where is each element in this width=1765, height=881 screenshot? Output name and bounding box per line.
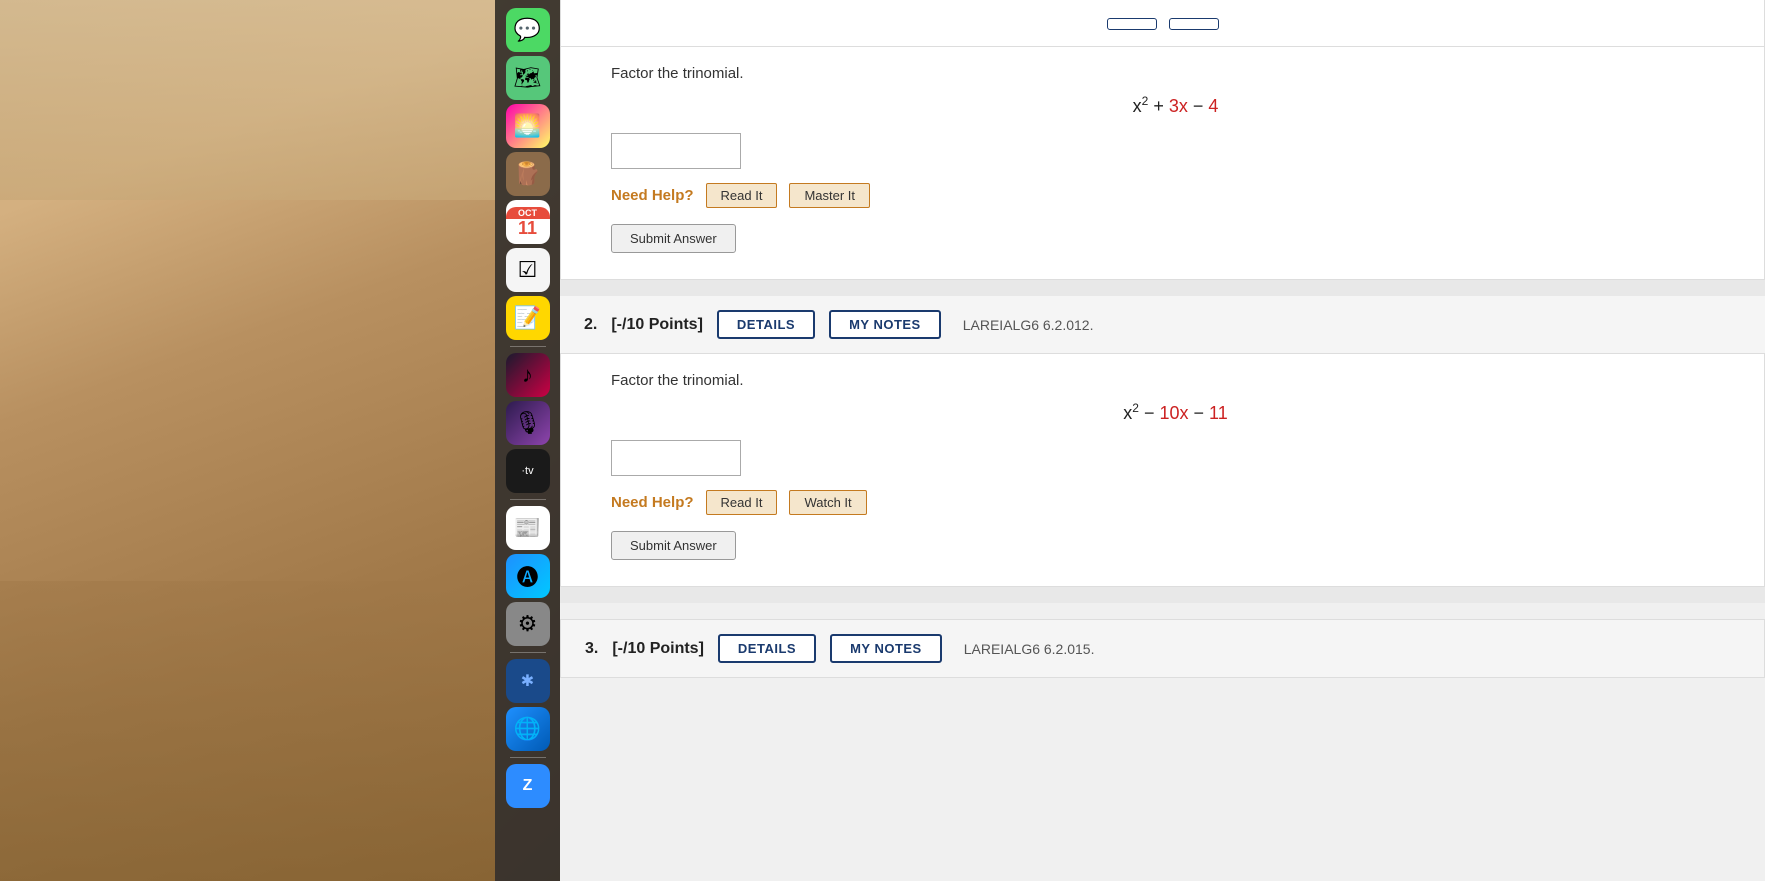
news-icon[interactable]: 📰 (506, 506, 550, 550)
p2-details-button[interactable]: DETAILS (717, 310, 815, 339)
messages-icon[interactable]: 💬 (506, 8, 550, 52)
section-gap-2 (560, 587, 1765, 603)
safari-icon[interactable]: 🌐 (506, 707, 550, 751)
music-icon[interactable]: ♪ (506, 353, 550, 397)
p1-expression: x2 + 3x − 4 (611, 94, 1740, 117)
mac-dock: 💬 🗺 🌅 🪵 OCT 11 ☑ 📝 ♪ 🎙 ·tv 📰 🅐 ⚙ ✱ 🌐 Z (495, 0, 560, 881)
p2-intro: Factor the trinomial. (611, 372, 1740, 389)
notes-icon[interactable]: 📝 (506, 296, 550, 340)
problem-2: 2. [-/10 Points] DETAILS MY NOTES LAREIA… (560, 296, 1765, 587)
problem-3: 3. [-/10 Points] DETAILS MY NOTES LAREIA… (560, 619, 1765, 678)
maps-icon[interactable]: 🗺 (506, 56, 550, 100)
p3-header: 3. [-/10 Points] DETAILS MY NOTES LAREIA… (560, 619, 1765, 678)
p1-answer-input[interactable] (611, 133, 741, 169)
p1-need-help-label: Need Help? (611, 187, 694, 204)
dock-divider-3 (510, 652, 546, 653)
p2-reference: LAREIALG6 6.2.012. (963, 317, 1094, 333)
p3-details-button[interactable]: DETAILS (718, 634, 816, 663)
p1-submit-row: Submit Answer (611, 224, 1740, 253)
dock-divider-4 (510, 757, 546, 758)
p3-reference: LAREIALG6 6.2.015. (964, 641, 1095, 657)
p1-top-btn-1 (1107, 18, 1157, 30)
p2-read-it-button[interactable]: Read It (706, 490, 778, 515)
p2-number: 2. (584, 316, 597, 334)
p1-top-btn-2 (1169, 18, 1219, 30)
p2-submit-button[interactable]: Submit Answer (611, 531, 736, 560)
contacts-icon[interactable]: 🪵 (506, 152, 550, 196)
p1-need-help-row: Need Help? Read It Master It (611, 183, 1740, 208)
p2-points: [-/10 Points] (611, 316, 703, 334)
p2-expression: x2 − 10x − 11 (611, 401, 1740, 424)
appstore-icon[interactable]: 🅐 (506, 554, 550, 598)
p1-read-it-button[interactable]: Read It (706, 183, 778, 208)
appletv-icon[interactable]: ·tv (506, 449, 550, 493)
p2-submit-row: Submit Answer (611, 531, 1740, 560)
p1-submit-button[interactable]: Submit Answer (611, 224, 736, 253)
p2-answer-input[interactable] (611, 440, 741, 476)
problem-1-body: Factor the trinomial. x2 + 3x − 4 Need H… (560, 47, 1765, 280)
p3-mynotes-button[interactable]: MY NOTES (830, 634, 942, 663)
bluetooth-icon[interactable]: ✱ (506, 659, 550, 703)
p2-mynotes-button[interactable]: MY NOTES (829, 310, 941, 339)
reminders-icon[interactable]: ☑ (506, 248, 550, 292)
background-photo: 💬 🗺 🌅 🪵 OCT 11 ☑ 📝 ♪ 🎙 ·tv 📰 🅐 ⚙ ✱ 🌐 Z (0, 0, 560, 881)
p3-points: [-/10 Points] (612, 640, 704, 658)
p2-watch-it-button[interactable]: Watch It (789, 490, 866, 515)
p2-need-help-row: Need Help? Read It Watch It (611, 490, 1740, 515)
zoom-icon[interactable]: Z (506, 764, 550, 808)
dock-divider-1 (510, 346, 546, 347)
system-prefs-icon[interactable]: ⚙ (506, 602, 550, 646)
photos-icon[interactable]: 🌅 (506, 104, 550, 148)
podcasts-icon[interactable]: 🎙 (506, 401, 550, 445)
p2-need-help-label: Need Help? (611, 494, 694, 511)
p2-block: Factor the trinomial. x2 − 10x − 11 Need… (560, 354, 1765, 587)
p3-number: 3. (585, 640, 598, 658)
dock-divider-2 (510, 499, 546, 500)
p2-header: 2. [-/10 Points] DETAILS MY NOTES LAREIA… (560, 296, 1765, 354)
p1-intro: Factor the trinomial. (611, 65, 1740, 82)
section-gap-1 (560, 280, 1765, 296)
problem-1-bottom (560, 0, 1765, 47)
p2-body: Factor the trinomial. x2 − 10x − 11 Need… (561, 354, 1764, 586)
calendar-icon[interactable]: OCT 11 (506, 200, 550, 244)
p1-master-it-button[interactable]: Master It (789, 183, 870, 208)
main-content: Factor the trinomial. x2 + 3x − 4 Need H… (560, 0, 1765, 881)
